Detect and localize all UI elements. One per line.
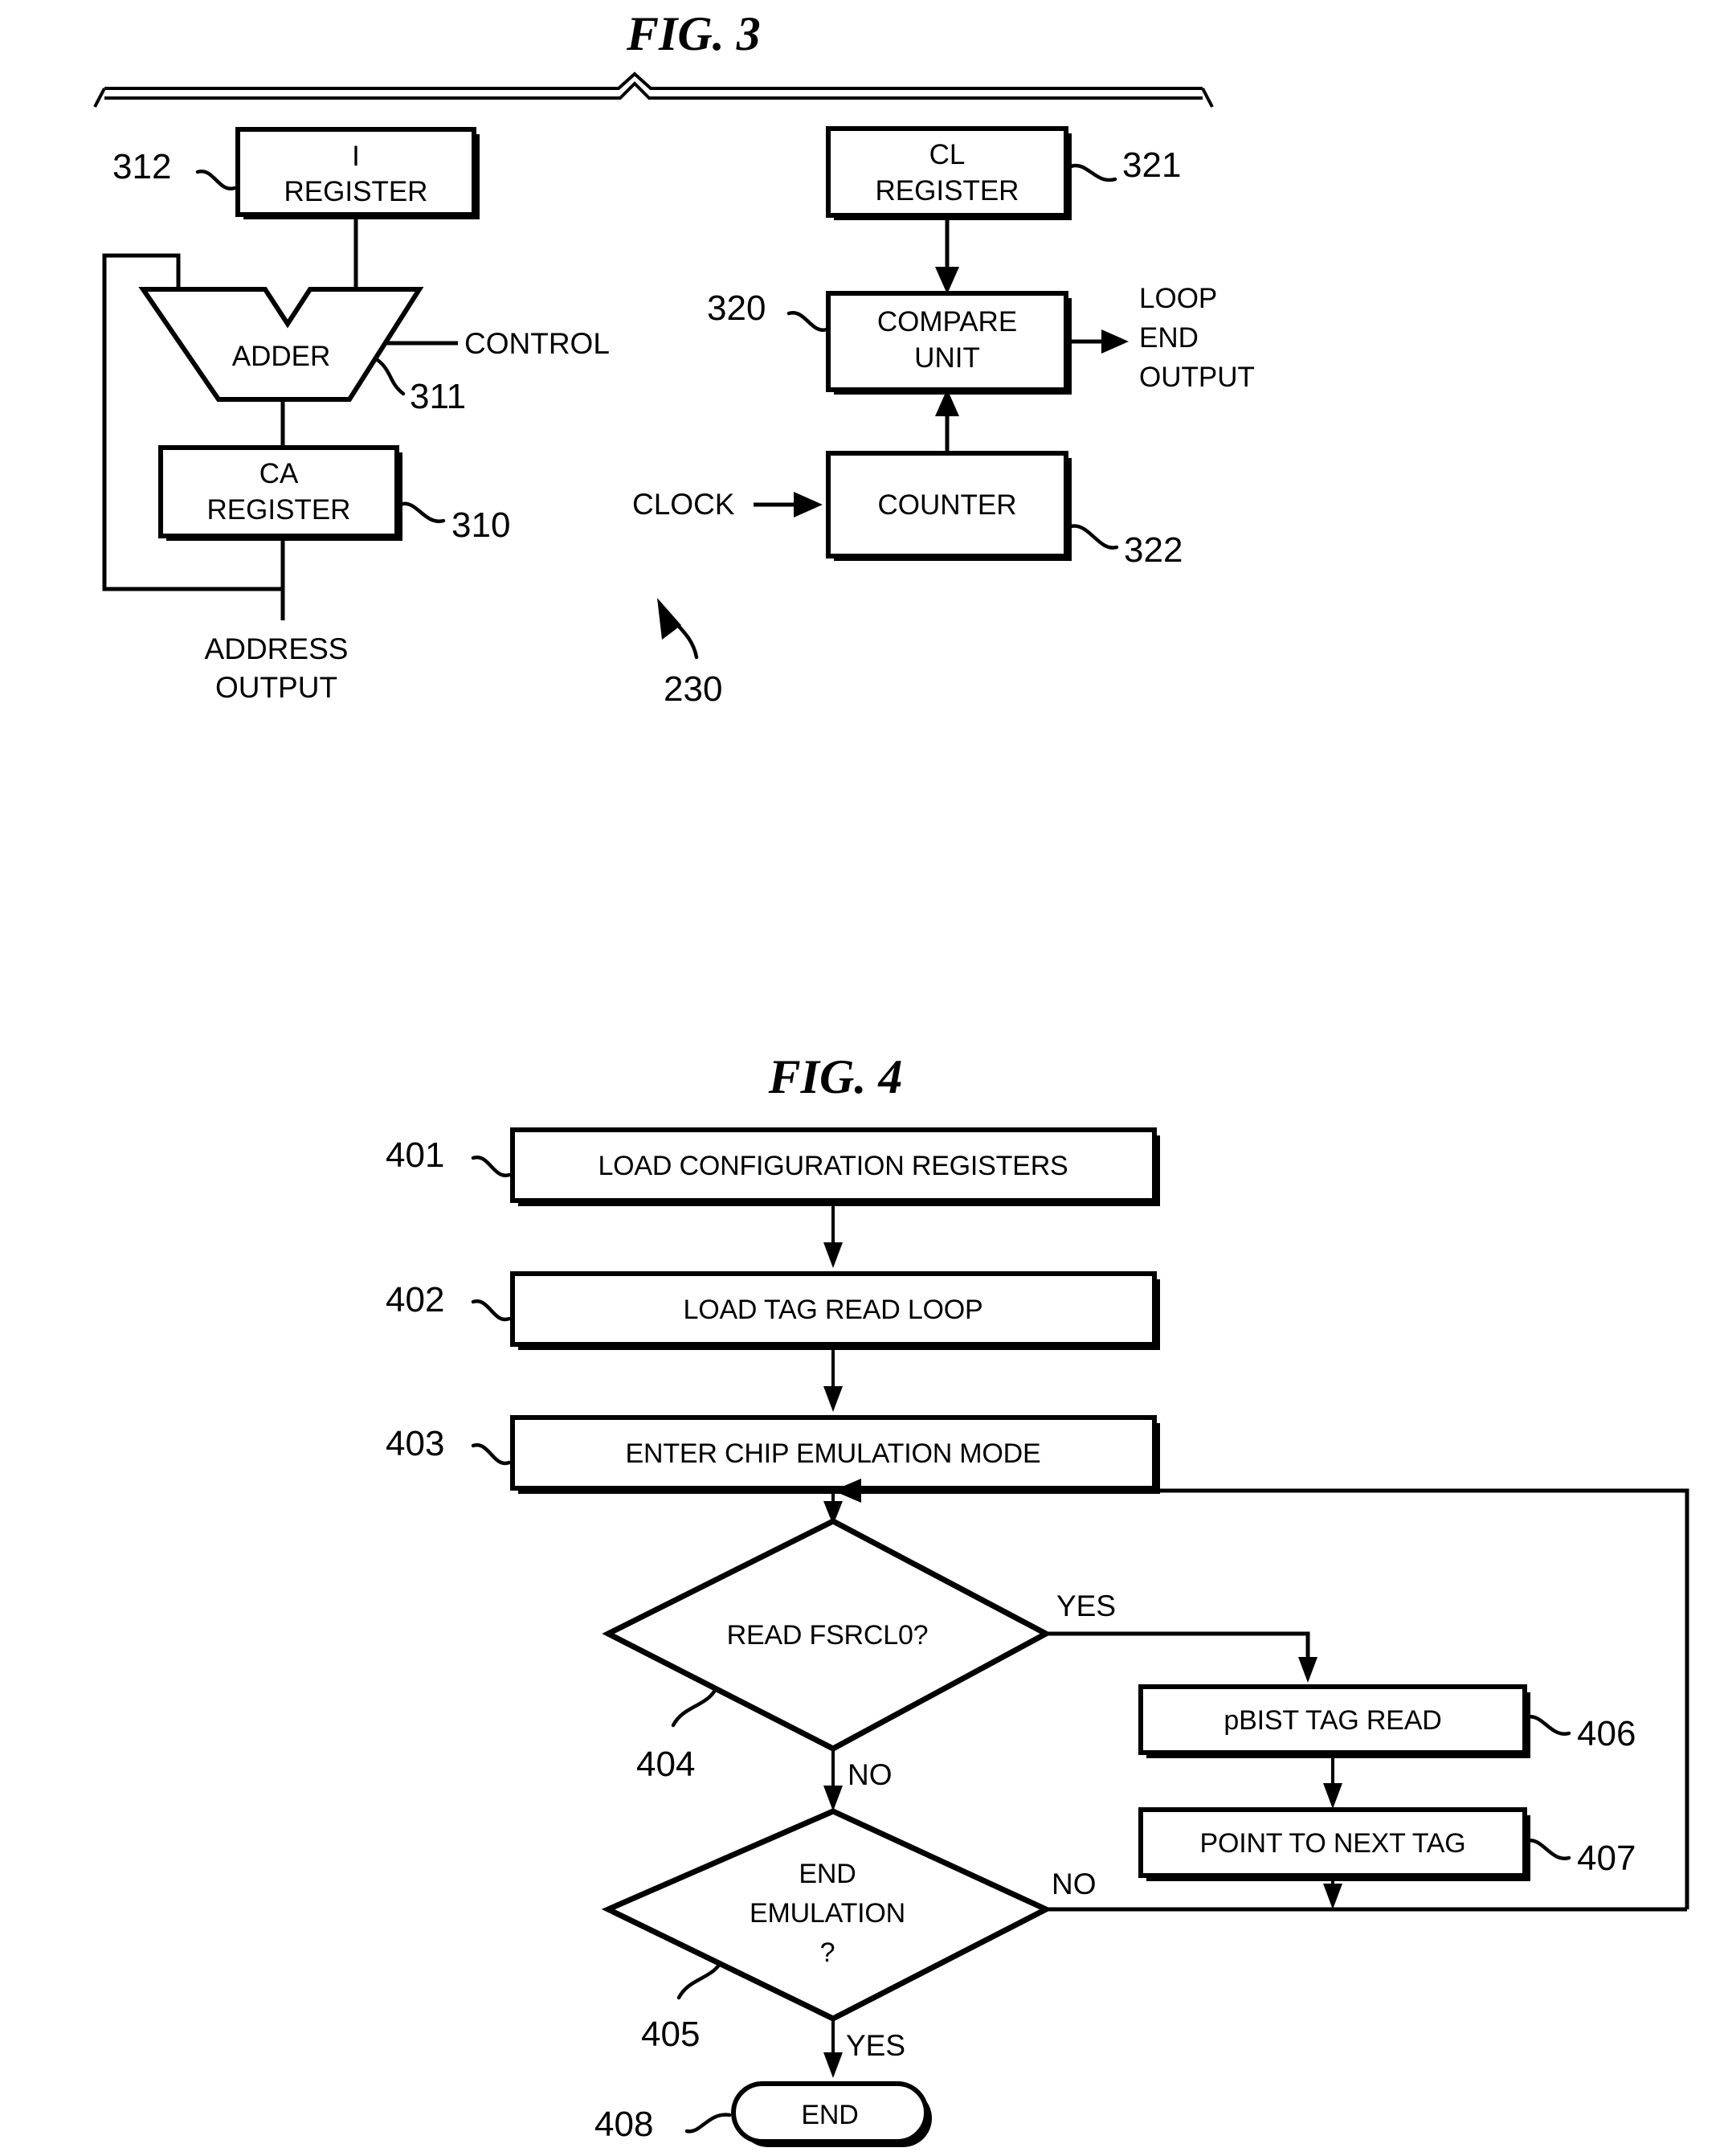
step-403: ENTER CHIP EMULATION MODE (510, 1415, 1160, 1494)
decision-405-label-line2: EMULATION (750, 1898, 905, 1929)
ref-405-number: 405 (641, 2015, 700, 2054)
ref-406: 406 (1524, 1714, 1636, 1753)
signal-loop-end-output: LOOP END OUTPUT (1066, 283, 1255, 393)
branch-404-no: NO (823, 1749, 893, 1811)
step-402-label: LOAD TAG READ LOOP (683, 1295, 982, 1325)
terminator-408: END (731, 2081, 932, 2147)
step-406-label: pBIST TAG READ (1223, 1705, 1441, 1736)
signal-control: CONTROL (386, 327, 610, 360)
branch-405-no-label: NO (1052, 1868, 1097, 1900)
step-401-label: LOAD CONFIGURATION REGISTERS (598, 1151, 1068, 1181)
ref-320: 320 (707, 288, 829, 332)
ref-403: 403 (386, 1424, 512, 1466)
ref-321: 321 (1068, 145, 1181, 185)
ref-230: 230 (657, 598, 722, 709)
ref-322: 322 (1068, 524, 1183, 570)
decision-405-label-line1: END (799, 1859, 856, 1889)
ref-406-number: 406 (1577, 1714, 1636, 1753)
ref-407: 407 (1524, 1839, 1636, 1878)
signal-address-output: ADDRESS OUTPUT (205, 632, 349, 704)
ref-408: 408 (594, 2105, 732, 2144)
ref-320-number: 320 (707, 288, 766, 328)
ref-311: 311 (375, 358, 466, 416)
i-register-label-line2: REGISTER (284, 176, 428, 207)
branch-405-yes-label: YES (846, 2029, 905, 2062)
fig3-title: FIG. 3 (626, 7, 761, 60)
branch-405-yes: YES (823, 2019, 905, 2078)
decision-405-label-line3: ? (820, 1937, 835, 1968)
branch-404-no-label: NO (848, 1758, 893, 1791)
sheet-break-bracket (93, 72, 1214, 108)
arrow-401-402 (823, 1206, 843, 1268)
block-counter: COUNTER (826, 451, 1072, 561)
decision-405: END EMULATION ? (601, 1808, 1052, 2022)
terminator-408-label: END (801, 2100, 858, 2130)
fig4-title: FIG. 4 (768, 1050, 903, 1103)
signal-clock: CLOCK (632, 488, 823, 521)
ca-register-label-line2: REGISTER (207, 494, 351, 526)
control-label: CONTROL (464, 327, 610, 360)
ref-310-number: 310 (451, 505, 510, 545)
block-cl-register: CL REGISTER (826, 126, 1072, 220)
figure-3: FIG. 3 I REGISTER 312 ADDER 311 CONTROL … (93, 7, 1255, 709)
counter-label: COUNTER (877, 489, 1016, 521)
loop-end-output-line1: LOOP (1139, 283, 1217, 314)
arrow-clreg-to-compare (935, 215, 959, 294)
arrow-counter-to-compare (935, 389, 959, 455)
branch-404-yes-label: YES (1056, 1589, 1116, 1622)
decision-404: READ FSRCL0? (602, 1518, 1052, 1752)
step-403-label: ENTER CHIP EMULATION MODE (625, 1438, 1040, 1469)
ref-403-number: 403 (386, 1424, 444, 1463)
arrow-407-to-rail (1323, 1881, 1342, 1909)
step-406: pBIST TAG READ (1138, 1684, 1530, 1758)
block-ca-register: CA REGISTER (158, 445, 402, 541)
ref-321-number: 321 (1122, 145, 1181, 185)
step-407: POINT TO NEXT TAG (1138, 1807, 1530, 1881)
ca-register-label-line1: CA (259, 458, 299, 489)
ref-402: 402 (386, 1280, 512, 1322)
ref-408-number: 408 (594, 2105, 653, 2144)
step-402: LOAD TAG READ LOOP (510, 1271, 1160, 1350)
address-output-label-line1: ADDRESS (205, 632, 349, 665)
patent-drawing-sheet: FIG. 3 I REGISTER 312 ADDER 311 CONTROL … (0, 0, 1728, 2156)
ref-322-number: 322 (1124, 530, 1183, 570)
block-adder: ADDER (138, 287, 424, 402)
ref-310: 310 (398, 501, 510, 545)
compare-unit-label-line2: UNIT (914, 342, 980, 374)
arrow-402-403 (823, 1350, 843, 1412)
block-compare-unit: COMPARE UNIT (826, 291, 1072, 395)
compare-unit-label-line1: COMPARE (877, 306, 1017, 338)
figure-4: FIG. 4 LOAD CONFIGURATION REGISTERS 401 … (386, 1050, 1689, 2147)
ref-404-number: 404 (636, 1745, 695, 1784)
ref-312: 312 (112, 147, 237, 190)
ref-401: 401 (386, 1135, 512, 1177)
ref-311-number: 311 (410, 377, 466, 416)
step-407-label: POINT TO NEXT TAG (1199, 1828, 1465, 1859)
loop-end-output-line3: OUTPUT (1139, 362, 1255, 393)
adder-label: ADDER (232, 341, 331, 372)
ref-312-number: 312 (112, 147, 171, 186)
block-i-register: I REGISTER (235, 127, 480, 219)
ref-404: 404 (636, 1689, 717, 1784)
loop-end-output-line2: END (1139, 322, 1199, 354)
i-register-label-line1: I (352, 141, 360, 172)
ref-402-number: 402 (386, 1280, 444, 1319)
clock-label: CLOCK (632, 488, 735, 521)
branch-404-yes: YES (1046, 1589, 1317, 1683)
decision-404-label: READ FSRCL0? (727, 1620, 929, 1651)
ref-401-number: 401 (386, 1135, 444, 1175)
cl-register-label-line2: REGISTER (876, 175, 1019, 207)
ref-230-number: 230 (664, 669, 722, 709)
address-output-label-line2: OUTPUT (215, 671, 337, 704)
cl-register-label-line1: CL (929, 139, 966, 170)
arrow-406-407 (1323, 1758, 1342, 1809)
step-401: LOAD CONFIGURATION REGISTERS (510, 1127, 1160, 1206)
ref-407-number: 407 (1577, 1839, 1636, 1878)
ref-405: 405 (641, 1962, 722, 2054)
